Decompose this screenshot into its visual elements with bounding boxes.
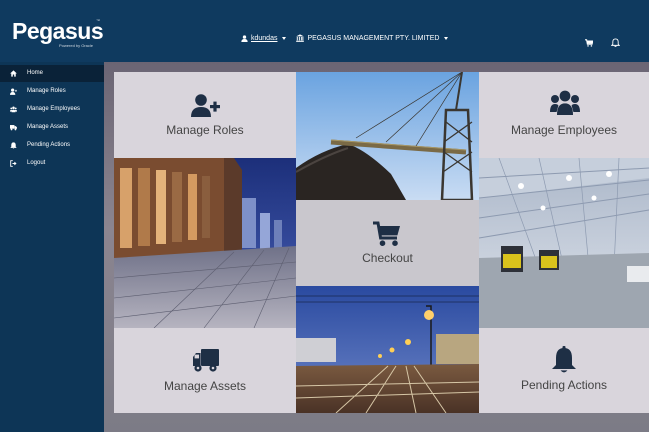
warehouse-photo [479,158,649,328]
bank-icon [296,34,305,42]
railway-photo [296,286,479,413]
sidebar-item-label: Manage Assets [27,124,69,130]
sidebar-item-manage-assets[interactable]: Manage Assets [0,119,104,136]
sidebar-item-label: Manage Roles [27,88,66,94]
users-icon [10,106,17,113]
bell-icon [10,142,17,149]
conveyor-photo [296,72,479,200]
bell-icon [552,346,576,374]
chevron-down-icon[interactable] [444,36,449,40]
tile-label: Manage Employees [510,123,618,137]
company-name[interactable]: PEGASUS MANAGEMENT PTY. LIMITED [307,35,439,42]
tile-manage-roles[interactable]: Manage Roles [114,72,296,158]
logo-text: Pegasus [12,18,104,44]
user-menu: kdundas PEGASUS MANAGEMENT PTY. LIMITED [241,34,449,42]
sidebar: Home Manage Roles Manage Employees Manag… [0,62,104,432]
truck-icon [10,124,17,131]
chevron-down-icon[interactable] [282,36,287,40]
pegasus-logo[interactable]: Pegasus ™ Powered by Oracle [12,18,104,48]
tile-pending-actions[interactable]: Pending Actions [479,328,649,413]
tile-checkout[interactable]: Checkout [296,200,479,286]
sidebar-item-logout[interactable]: Logout [0,155,104,172]
sidebar-item-pending-actions[interactable]: Pending Actions [0,137,104,154]
truck-icon [193,349,219,373]
cart-icon [373,221,401,247]
tile-manage-employees[interactable]: Manage Employees [479,72,649,158]
home-icon [10,70,17,77]
building-plaza-photo [114,158,296,328]
user-icon [241,34,248,42]
dashboard-tile-grid: Manage Roles Manage Employees Checkout M… [114,72,649,413]
username-link[interactable]: kdundas [251,35,277,42]
logo-tagline: Powered by Oracle [59,43,94,48]
sidebar-item-manage-employees[interactable]: Manage Employees [0,101,104,118]
sidebar-item-manage-roles[interactable]: Manage Roles [0,83,104,100]
sidebar-item-home[interactable]: Home [0,65,104,82]
sign-out-icon [10,160,17,167]
sidebar-item-label: Manage Employees [27,106,81,112]
tile-manage-assets[interactable]: Manage Assets [114,328,296,413]
bell-icon[interactable] [611,38,620,47]
sidebar-item-label: Logout [27,160,46,166]
user-plus-icon [191,94,221,118]
top-header: Pegasus ™ Powered by Oracle kdundas PEGA… [0,0,649,62]
sidebar-item-label: Home [27,70,44,76]
tile-label: Manage Assets [163,379,247,393]
users-icon [550,90,580,116]
sidebar-item-label: Pending Actions [27,142,71,148]
tile-label: Pending Actions [520,378,608,392]
cart-icon[interactable] [585,39,593,47]
user-plus-icon [10,88,17,95]
tile-label: Checkout [362,251,413,265]
logo-trademark: ™ [96,18,100,23]
tile-label: Manage Roles [166,123,244,137]
